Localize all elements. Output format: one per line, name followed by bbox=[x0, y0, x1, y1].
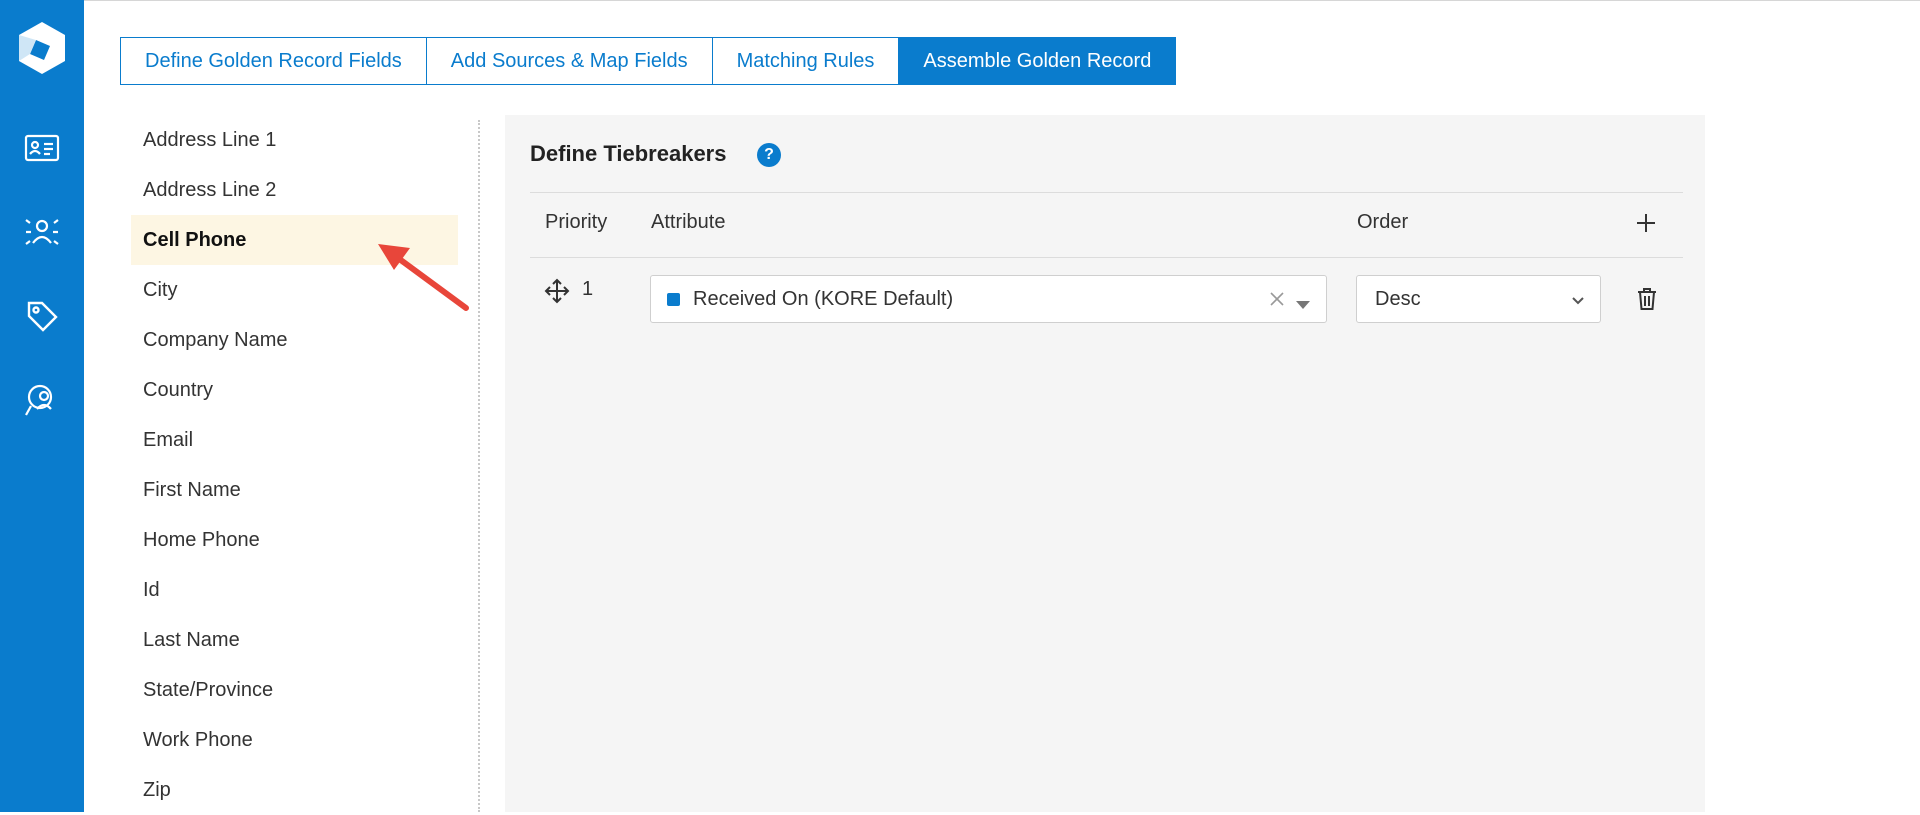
tab-matching-rules[interactable]: Matching Rules bbox=[712, 37, 900, 85]
tab-assemble-golden-record[interactable]: Assemble Golden Record bbox=[899, 37, 1177, 85]
field-item[interactable]: State/Province bbox=[131, 665, 458, 715]
drag-handle-icon[interactable] bbox=[544, 278, 570, 304]
order-select[interactable]: Desc bbox=[1356, 275, 1601, 323]
add-tiebreaker-icon[interactable] bbox=[1632, 209, 1660, 237]
golden-record-field-list: Address Line 1 Address Line 2 Cell Phone… bbox=[131, 115, 458, 815]
order-select-value: Desc bbox=[1375, 288, 1421, 310]
help-icon[interactable]: ? bbox=[757, 143, 781, 167]
panel-title: Define Tiebreakers bbox=[530, 141, 727, 166]
attribute-select-value: Received On (KORE Default) bbox=[693, 288, 954, 310]
contact-card-icon[interactable] bbox=[20, 126, 64, 170]
priority-number: 1 bbox=[582, 278, 594, 300]
column-header-priority: Priority bbox=[545, 211, 608, 233]
annotation-arrow-icon bbox=[378, 244, 469, 311]
tiebreaker-panel: Define Tiebreakers ? Priority Attribute … bbox=[505, 115, 1705, 812]
field-item[interactable]: Country bbox=[131, 365, 458, 415]
tag-icon[interactable] bbox=[20, 294, 64, 338]
field-item[interactable]: Address Line 1 bbox=[131, 115, 458, 165]
column-header-order: Order bbox=[1357, 211, 1409, 233]
field-item[interactable]: Company Name bbox=[131, 315, 458, 365]
caret-down-icon[interactable] bbox=[1296, 296, 1310, 309]
top-border bbox=[0, 0, 1920, 1]
chevron-down-icon[interactable] bbox=[1571, 294, 1585, 306]
wizard-tabs: Define Golden Record Fields Add Sources … bbox=[120, 37, 1177, 85]
table-top-divider bbox=[530, 192, 1683, 193]
column-divider bbox=[478, 120, 480, 812]
column-header-attribute: Attribute bbox=[651, 211, 726, 233]
header-divider bbox=[530, 257, 1683, 258]
user-search-icon[interactable] bbox=[20, 378, 64, 422]
tab-add-sources-map-fields[interactable]: Add Sources & Map Fields bbox=[426, 37, 713, 85]
attribute-color-swatch bbox=[667, 293, 680, 306]
logo-icon[interactable] bbox=[14, 20, 70, 76]
people-network-icon[interactable] bbox=[20, 210, 64, 254]
field-item[interactable]: Id bbox=[131, 565, 458, 615]
trash-icon[interactable] bbox=[1636, 287, 1658, 311]
field-item[interactable]: Email bbox=[131, 415, 458, 465]
field-item[interactable]: Home Phone bbox=[131, 515, 458, 565]
field-item[interactable]: Work Phone bbox=[131, 715, 458, 765]
field-item[interactable]: Zip bbox=[131, 765, 458, 815]
tab-define-golden-record-fields[interactable]: Define Golden Record Fields bbox=[120, 37, 427, 85]
field-item[interactable]: First Name bbox=[131, 465, 458, 515]
field-item[interactable]: Address Line 2 bbox=[131, 165, 458, 215]
clear-icon[interactable] bbox=[1265, 287, 1289, 311]
app-sidebar bbox=[0, 0, 84, 812]
field-item[interactable]: Last Name bbox=[131, 615, 458, 665]
attribute-select[interactable]: Received On (KORE Default) bbox=[650, 275, 1327, 323]
